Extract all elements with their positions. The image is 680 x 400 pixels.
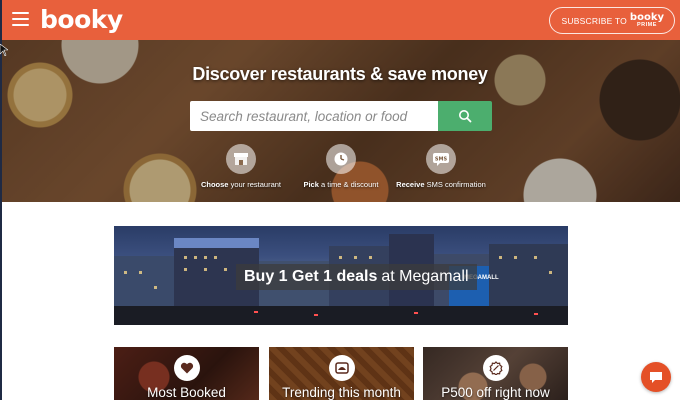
how-it-works-steps: Choose your restaurant Pick a time & dis… xyxy=(0,144,680,194)
category-card-label: Trending this month xyxy=(282,385,401,400)
promo-banner-megamall[interactable]: MEGAMALL Buy 1 Get 1 deals at Megamall xyxy=(114,226,568,325)
discount-tag-icon xyxy=(482,355,509,381)
hero-title: Discover restaurants & save money xyxy=(192,64,488,84)
menu-icon[interactable] xyxy=(12,12,29,26)
mouse-cursor-icon xyxy=(0,44,8,56)
search-button[interactable] xyxy=(438,101,492,131)
step-bold: Choose xyxy=(200,180,229,189)
step-bold: Receive xyxy=(396,180,425,189)
search-icon xyxy=(459,110,472,123)
heart-icon xyxy=(173,355,200,381)
sms-icon: SMS xyxy=(433,153,449,166)
step-rest: your restaurant xyxy=(228,180,282,189)
top-navbar: booky SUBSCRIBE TO booky PRIME xyxy=(0,0,680,40)
booky-logo[interactable]: booky xyxy=(40,5,123,34)
chat-bubble-icon xyxy=(650,371,662,383)
subscribe-label: SUBSCRIBE TO xyxy=(561,15,627,26)
storefront-icon xyxy=(234,153,248,165)
step-icon-circle xyxy=(326,144,356,174)
step-icon-circle xyxy=(226,144,256,174)
category-card-most-booked[interactable]: Most Booked xyxy=(114,347,259,400)
category-card-label: P500 off right now xyxy=(441,385,550,400)
hero-banner: Discover restaurants & save money Choose… xyxy=(0,40,680,202)
promo-caption: Buy 1 Get 1 deals at Megamall xyxy=(236,264,477,290)
booky-prime-logo: booky PRIME xyxy=(630,12,664,29)
trending-dish-icon xyxy=(328,355,355,381)
search-input[interactable] xyxy=(190,101,438,131)
clock-icon xyxy=(334,152,348,166)
step-rest: SMS confirmation xyxy=(424,180,486,189)
step-rest: a time & discount xyxy=(318,180,379,189)
category-card-p500-off[interactable]: P500 off right now xyxy=(423,347,568,400)
sms-badge-text: SMS xyxy=(435,157,448,163)
prime-logo-bottom: PRIME xyxy=(637,21,657,28)
step-label-receive: Receive SMS confirmation xyxy=(381,180,501,189)
promo-caption-rest: at Megamall xyxy=(381,268,469,285)
step-bold: Pick xyxy=(303,180,319,189)
category-card-label: Most Booked xyxy=(147,385,226,400)
promo-caption-bold: Buy 1 Get 1 deals xyxy=(244,268,378,285)
window-edge xyxy=(0,0,2,400)
step-receive: SMS Receive SMS confirmation xyxy=(381,144,501,189)
chat-button[interactable] xyxy=(641,362,671,392)
subscribe-prime-button[interactable]: SUBSCRIBE TO booky PRIME xyxy=(548,7,675,34)
step-icon-circle: SMS xyxy=(426,144,456,174)
category-card-trending[interactable]: Trending this month xyxy=(269,347,414,400)
search-bar xyxy=(190,101,492,131)
